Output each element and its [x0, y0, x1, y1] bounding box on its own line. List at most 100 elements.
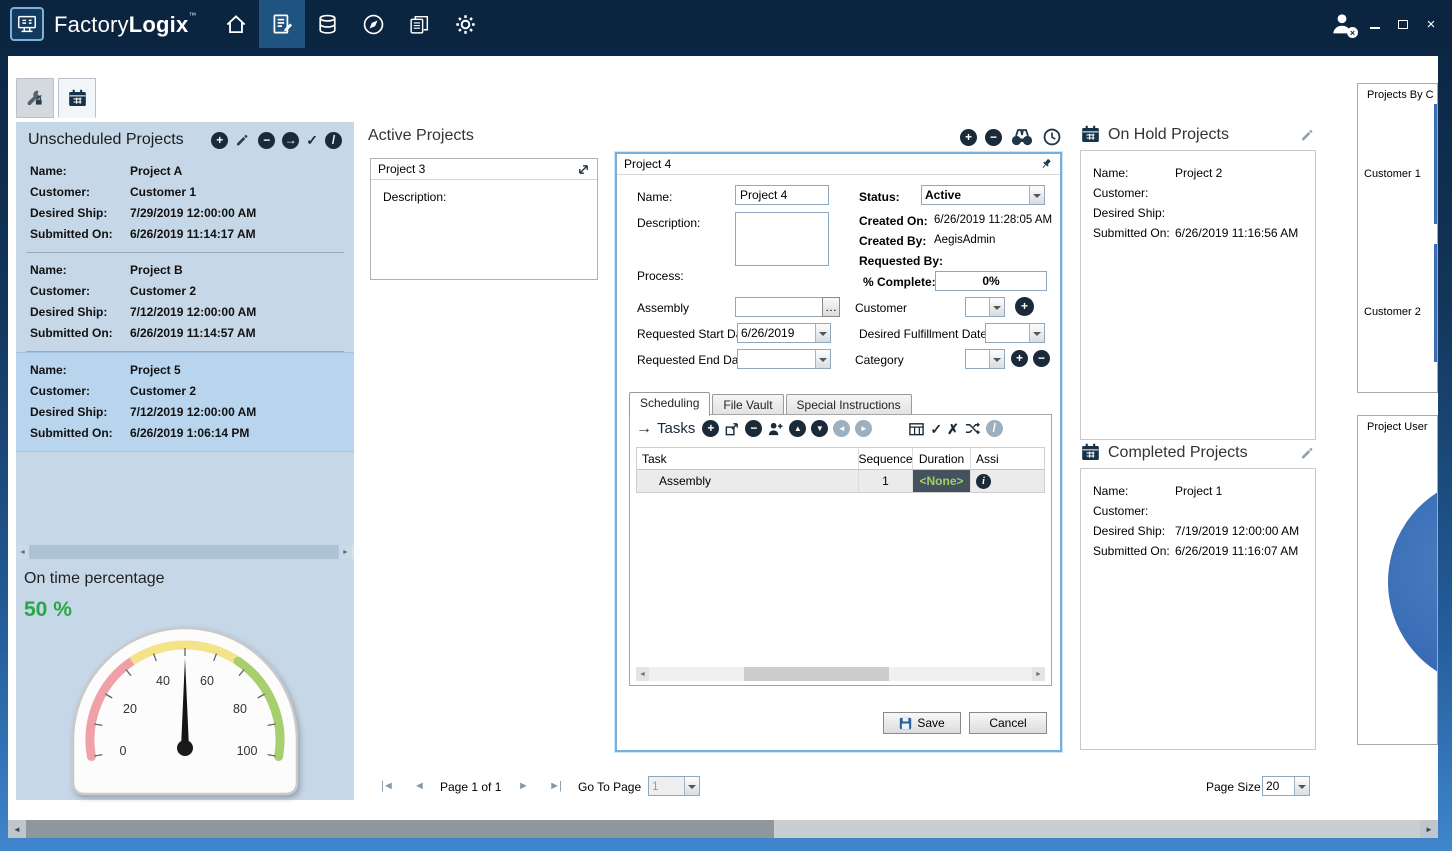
on-hold-project-card[interactable]: Name:Project 2 Customer: Desired Ship: S…	[1080, 150, 1316, 440]
remove-project-button[interactable]: −	[258, 132, 275, 149]
tasks-toolbar: → Tasks + − ▲ ▼ ◄ ► ✓ ✗	[636, 420, 1003, 437]
description-input[interactable]	[735, 212, 829, 266]
completed-project-card[interactable]: Name:Project 1 Customer: Desired Ship:7/…	[1080, 468, 1316, 750]
add-active-project-button[interactable]: +	[960, 129, 977, 146]
remove-active-project-button[interactable]: −	[985, 129, 1002, 146]
pin-card-icon[interactable]	[1039, 157, 1053, 171]
schedule-grid-icon[interactable]	[908, 421, 925, 437]
move-task-left-button[interactable]: ◄	[833, 420, 850, 437]
move-task-down-button[interactable]: ▼	[811, 420, 828, 437]
cancel-circle-icon[interactable]: /	[325, 132, 342, 149]
add-customer-button[interactable]: +	[1015, 297, 1034, 316]
task-row[interactable]: Assembly 1 <None> i	[637, 470, 1044, 492]
bottom-horizontal-scrollbar[interactable]: ◄ ►	[8, 820, 1438, 838]
assembly-input[interactable]	[735, 297, 823, 317]
accept-icon[interactable]: ✓	[306, 133, 318, 147]
assembly-browse-button[interactable]: …	[822, 297, 840, 317]
scroll-thumb[interactable]	[26, 820, 774, 838]
name-input[interactable]: Project 4	[735, 185, 829, 205]
projects-by-customer-panel: Projects By C Customer 1 Customer 2	[1357, 83, 1438, 393]
edit-completed-icon[interactable]	[1300, 445, 1316, 461]
status-dropdown[interactable]: Active	[921, 185, 1045, 205]
requested-start-date-picker[interactable]: 6/26/2019	[737, 323, 831, 343]
on-time-value: 50 %	[24, 598, 72, 622]
tab-resources[interactable]	[16, 78, 54, 118]
add-project-button[interactable]: +	[211, 132, 228, 149]
tab-scheduling-view[interactable]	[58, 78, 96, 118]
requested-end-date-picker[interactable]	[737, 349, 831, 369]
nav-database-button[interactable]	[305, 0, 351, 48]
chevron-down-icon	[815, 350, 830, 368]
scroll-thumb[interactable]	[744, 667, 889, 681]
tasks-scrollbar[interactable]: ◄ ►	[636, 667, 1045, 681]
expand-task-icon[interactable]	[724, 421, 740, 437]
remove-task-button[interactable]: −	[745, 420, 762, 437]
move-task-right-button[interactable]: ►	[855, 420, 872, 437]
accept-tasks-icon[interactable]: ✓	[930, 422, 942, 436]
reorder-tasks-icon[interactable]	[964, 421, 981, 436]
nav-documents-button[interactable]	[397, 0, 443, 48]
scroll-left-icon[interactable]: ◄	[636, 667, 649, 681]
tab-scheduling[interactable]: Scheduling	[629, 392, 710, 416]
move-task-up-button[interactable]: ▲	[789, 420, 806, 437]
titlebar: FactoryLogix™ × ×	[0, 0, 1452, 48]
scroll-left-icon[interactable]: ◄	[16, 545, 29, 559]
customer-dropdown[interactable]	[965, 297, 1005, 317]
history-clock-icon[interactable]	[1042, 127, 1062, 147]
maximize-button[interactable]	[1394, 14, 1412, 34]
goto-page-input[interactable]: 1	[648, 776, 700, 796]
category-dropdown[interactable]	[965, 349, 1005, 369]
unscheduled-project-item[interactable]: Name:Project B Customer:Customer 2 Desir…	[16, 253, 354, 351]
nav-home-button[interactable]	[213, 0, 259, 48]
edit-on-hold-icon[interactable]	[1300, 127, 1316, 143]
col-task[interactable]: Task	[637, 448, 859, 469]
field-label: Name:	[1093, 163, 1175, 183]
page-size-dropdown[interactable]: 20	[1262, 776, 1310, 796]
add-task-button[interactable]: +	[702, 420, 719, 437]
scroll-right-icon[interactable]: ►	[1032, 667, 1045, 681]
col-assigned[interactable]: Assi	[971, 448, 1044, 469]
remove-category-button[interactable]: −	[1033, 350, 1050, 367]
info-icon[interactable]: i	[976, 474, 991, 489]
previous-page-button[interactable]: ◄	[406, 776, 432, 796]
schedule-project-button[interactable]: →	[282, 132, 299, 149]
field-label: Desired Ship:	[30, 203, 130, 224]
first-page-button[interactable]: |◄	[374, 776, 400, 796]
clear-tasks-icon[interactable]: /	[986, 420, 1003, 437]
expand-card-icon[interactable]	[577, 163, 590, 176]
scroll-left-icon[interactable]: ◄	[8, 820, 26, 838]
unscheduled-project-item[interactable]: Name:Project A Customer:Customer 1 Desir…	[16, 154, 354, 252]
tasks-table: Task Sequence Duration Assi Assembly 1 <…	[636, 447, 1045, 493]
tab-file-vault[interactable]: File Vault	[712, 394, 783, 416]
cancel-button[interactable]: Cancel	[969, 712, 1047, 734]
next-page-button[interactable]: ►	[510, 776, 536, 796]
nav-settings-button[interactable]	[443, 0, 489, 48]
scroll-right-icon[interactable]: ►	[1420, 820, 1438, 838]
search-binoculars-icon[interactable]	[1010, 127, 1034, 147]
task-duration-cell[interactable]: <None>	[913, 470, 971, 492]
nav-project-editor-button[interactable]	[259, 0, 305, 48]
project-submitted-date: 6/26/2019 11:16:07 AM	[1175, 544, 1298, 558]
tab-special-instructions[interactable]: Special Instructions	[786, 394, 912, 416]
minimize-button[interactable]	[1366, 14, 1384, 34]
save-button[interactable]: Save	[883, 712, 961, 734]
last-page-button[interactable]: ►|	[542, 776, 568, 796]
field-label: Desired Ship:	[30, 402, 130, 423]
scroll-right-icon[interactable]: ►	[339, 545, 352, 559]
nav-navigator-button[interactable]	[351, 0, 397, 48]
add-category-button[interactable]: +	[1011, 350, 1028, 367]
edit-project-icon[interactable]	[235, 132, 251, 148]
scroll-thumb[interactable]	[29, 545, 339, 559]
col-duration[interactable]: Duration	[913, 448, 971, 469]
unscheduled-project-item-selected[interactable]: Name:Project 5 Customer:Customer 2 Desir…	[16, 352, 354, 452]
user-account-icon[interactable]: ×	[1328, 10, 1356, 38]
cancel-tasks-icon[interactable]: ✗	[947, 422, 959, 436]
project3-card[interactable]: Project 3 Description:	[370, 158, 598, 280]
unscheduled-list-scrollbar[interactable]: ◄ ►	[16, 545, 354, 559]
field-label: Submitted On:	[30, 423, 130, 444]
assign-person-icon[interactable]	[767, 421, 784, 437]
col-sequence[interactable]: Sequence	[859, 448, 913, 469]
close-button[interactable]: ×	[1422, 14, 1440, 34]
fulfillment-date-picker[interactable]	[985, 323, 1045, 343]
project-ship-date: 7/12/2019 12:00:00 AM	[130, 305, 256, 319]
